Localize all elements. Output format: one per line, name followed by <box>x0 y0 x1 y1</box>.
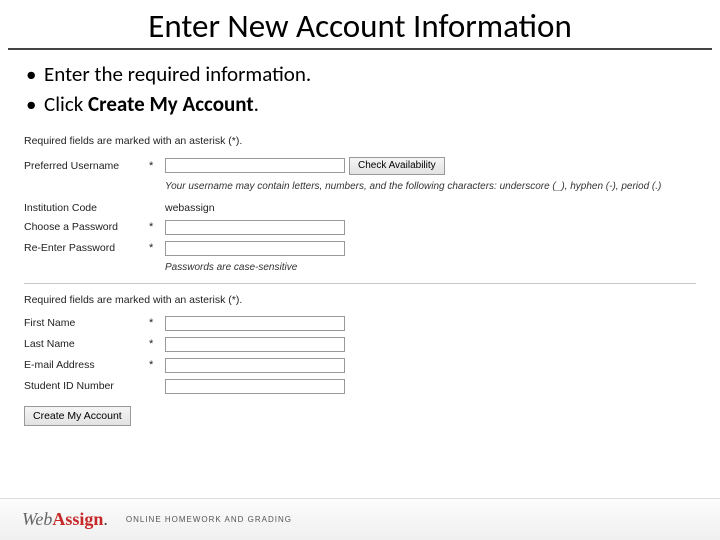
username-label: Preferred Username <box>24 160 149 172</box>
email-input[interactable] <box>165 358 345 373</box>
brand-tagline: ONLINE HOMEWORK AND GRADING <box>126 515 292 524</box>
firstname-required: * <box>149 317 165 329</box>
required-note-2: Required fields are marked with an aster… <box>24 294 696 306</box>
page-title: Enter New Account Information <box>8 0 712 50</box>
studentid-input[interactable] <box>165 379 345 394</box>
firstname-label: First Name <box>24 317 149 329</box>
brand-assign-text: Assign <box>52 509 103 529</box>
lastname-label: Last Name <box>24 338 149 350</box>
bullet-1: •Enter the required information. <box>26 60 694 88</box>
instruction-bullets: •Enter the required information. •Click … <box>26 60 694 119</box>
brand-logo: WebAssign. <box>22 509 108 530</box>
studentid-label: Student ID Number <box>24 380 149 392</box>
brand-footer: WebAssign. ONLINE HOMEWORK AND GRADING <box>0 498 720 540</box>
check-availability-button[interactable]: Check Availability <box>349 157 445 175</box>
username-helper: Your username may contain letters, numbe… <box>165 181 696 192</box>
brand-dot-text: . <box>103 509 108 529</box>
required-note-1: Required fields are marked with an aster… <box>24 135 696 147</box>
bullet-2-post: . <box>254 91 259 117</box>
lastname-input[interactable] <box>165 337 345 352</box>
bullet-2-bold: Create My Account <box>88 91 254 117</box>
email-label: E-mail Address <box>24 359 149 371</box>
password-label: Choose a Password <box>24 221 149 233</box>
password2-label: Re-Enter Password <box>24 242 149 254</box>
bullet-2-pre: Click <box>44 91 88 117</box>
institution-label: Institution Code <box>24 202 149 214</box>
section-divider <box>24 283 696 284</box>
bullet-icon: • <box>26 60 44 88</box>
account-form: Required fields are marked with an aster… <box>24 135 696 426</box>
email-required: * <box>149 359 165 371</box>
password-helper: Passwords are case-sensitive <box>165 262 696 273</box>
username-required: * <box>149 160 165 172</box>
brand-web-text: Web <box>22 509 52 529</box>
password-input[interactable] <box>165 220 345 235</box>
username-input[interactable] <box>165 158 345 173</box>
lastname-required: * <box>149 338 165 350</box>
institution-value: webassign <box>165 202 215 214</box>
password2-required: * <box>149 242 165 254</box>
firstname-input[interactable] <box>165 316 345 331</box>
bullet-2: •Click Create My Account. <box>26 90 694 118</box>
password-required: * <box>149 221 165 233</box>
bullet-icon: • <box>26 90 44 118</box>
create-my-account-button[interactable]: Create My Account <box>24 406 131 426</box>
bullet-1-text: Enter the required information. <box>44 61 311 87</box>
password2-input[interactable] <box>165 241 345 256</box>
